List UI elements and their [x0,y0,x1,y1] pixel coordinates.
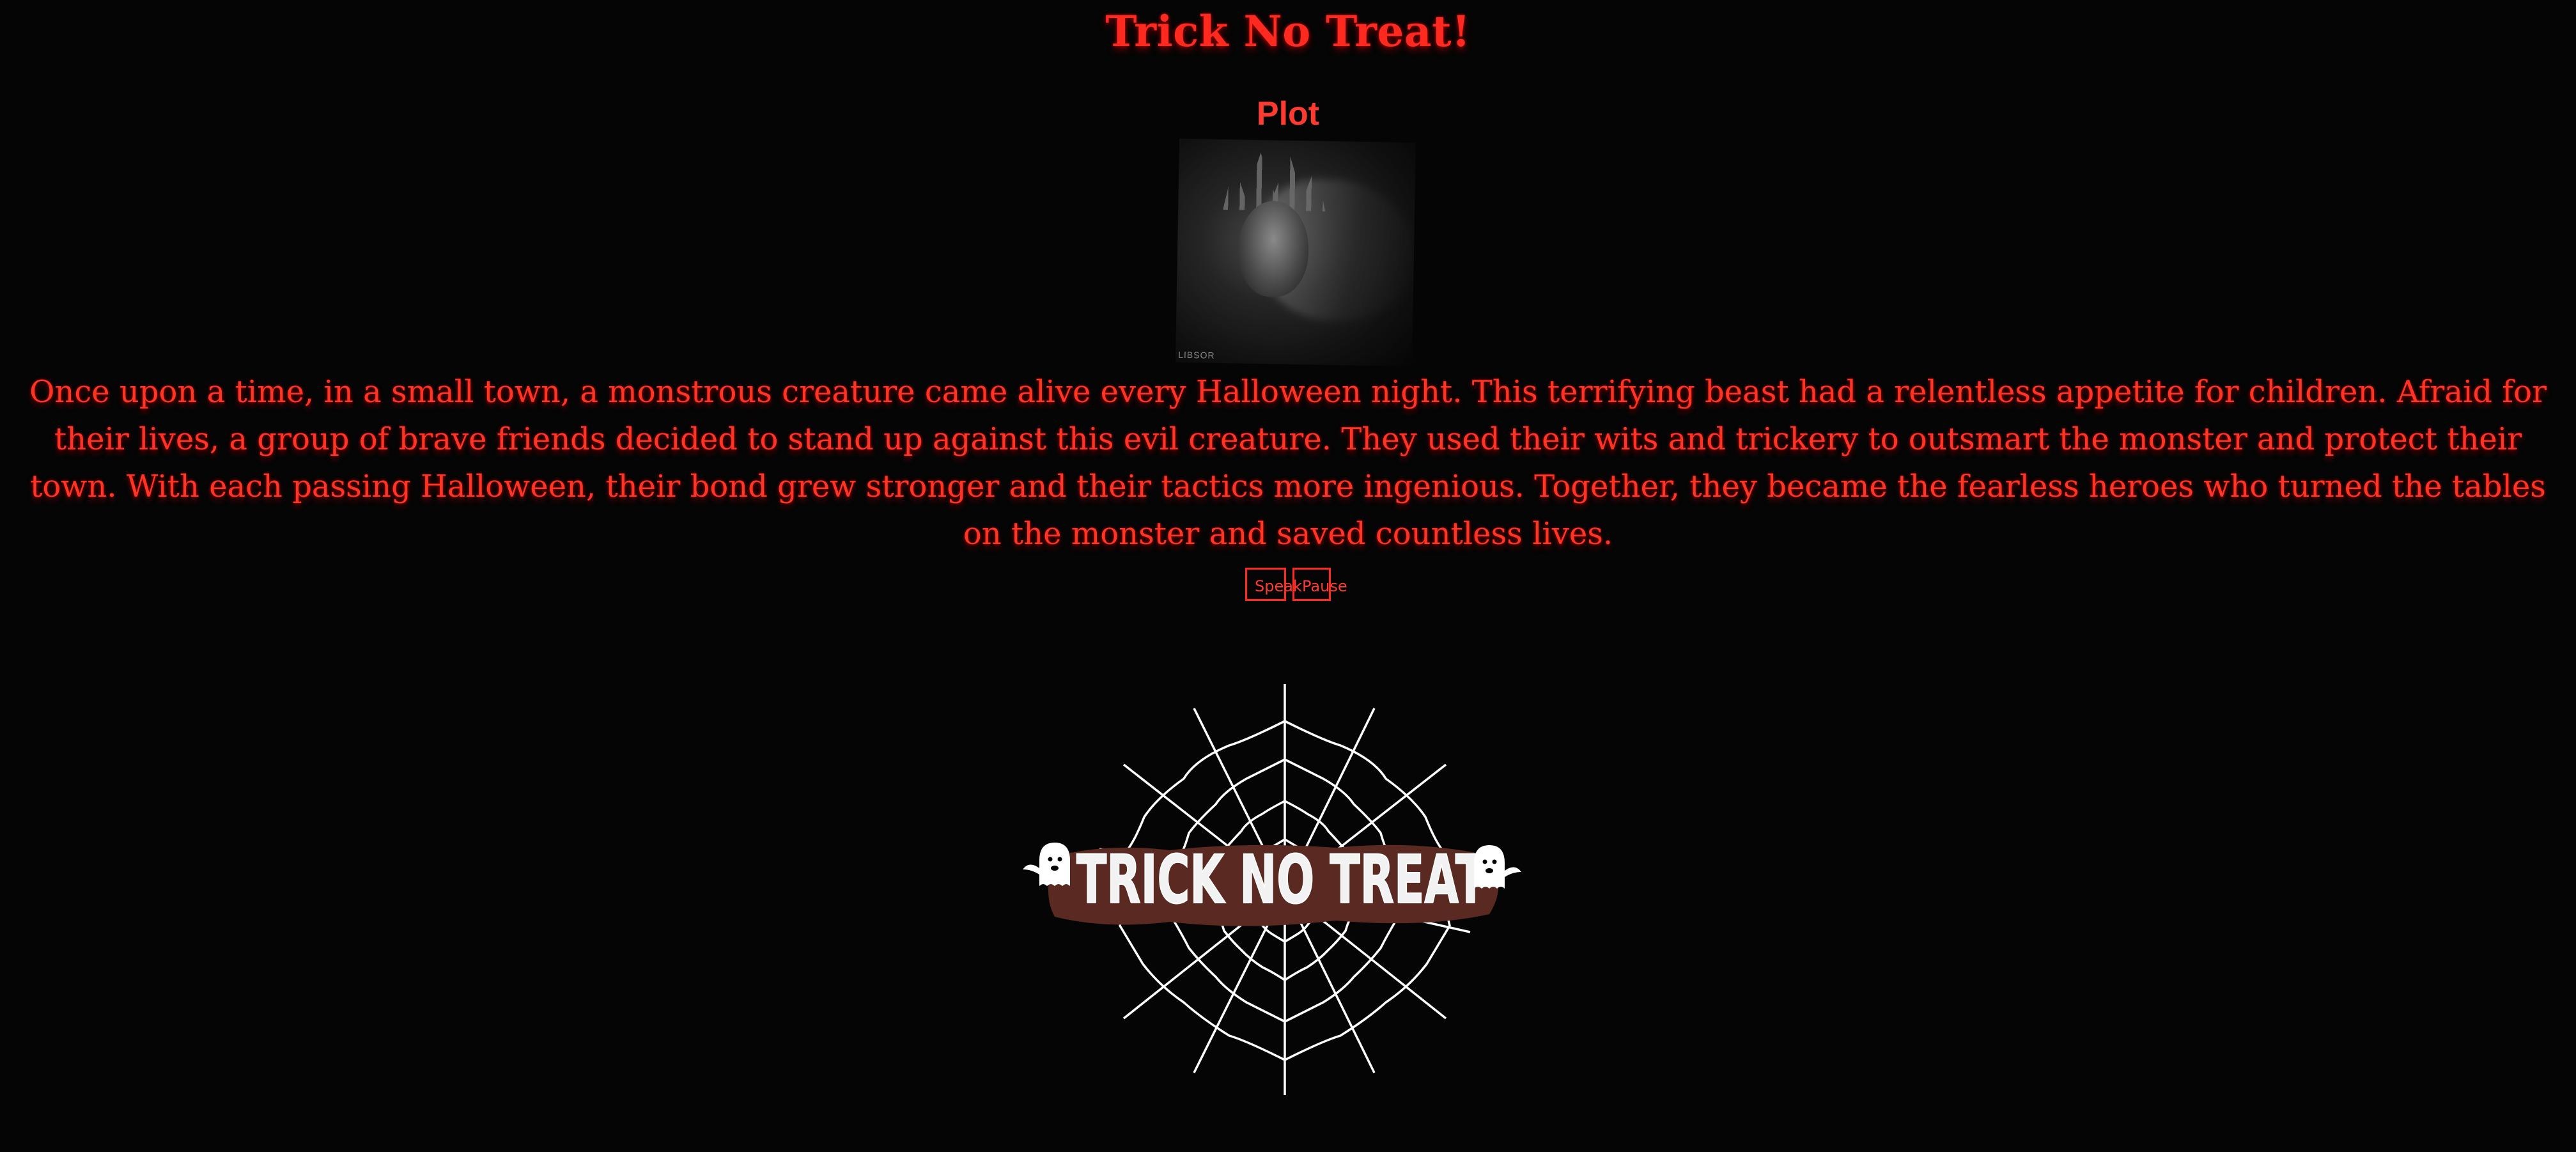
pause-button[interactable]: Pause [1292,568,1347,601]
logo-wordmark: TRICK NO TREAT TRICK NO TREAT [1076,840,1493,926]
story-text: Once upon a time, in a small town, a mon… [29,374,2547,552]
face-shape [1237,200,1310,298]
speak-button[interactable]: Speak [1245,568,1302,601]
ghost-icon [1023,843,1070,886]
section-heading-plot: Plot [1256,95,1320,132]
page-title: Trick No Treat! [1105,6,1471,56]
plot-image: LIBSOR [1175,138,1416,367]
page: Trick No Treat! Plot LIBSOR Once upon a … [0,0,2576,1152]
trick-no-treat-logo: TRICK NO TREAT TRICK NO TREAT [1023,684,1521,1095]
speech-controls: Speak Pause [0,568,2576,601]
image-watermark: LIBSOR [1178,349,1215,361]
logo-text: TRICK NO TREAT [1076,841,1486,919]
ghost-icon [1474,845,1521,889]
